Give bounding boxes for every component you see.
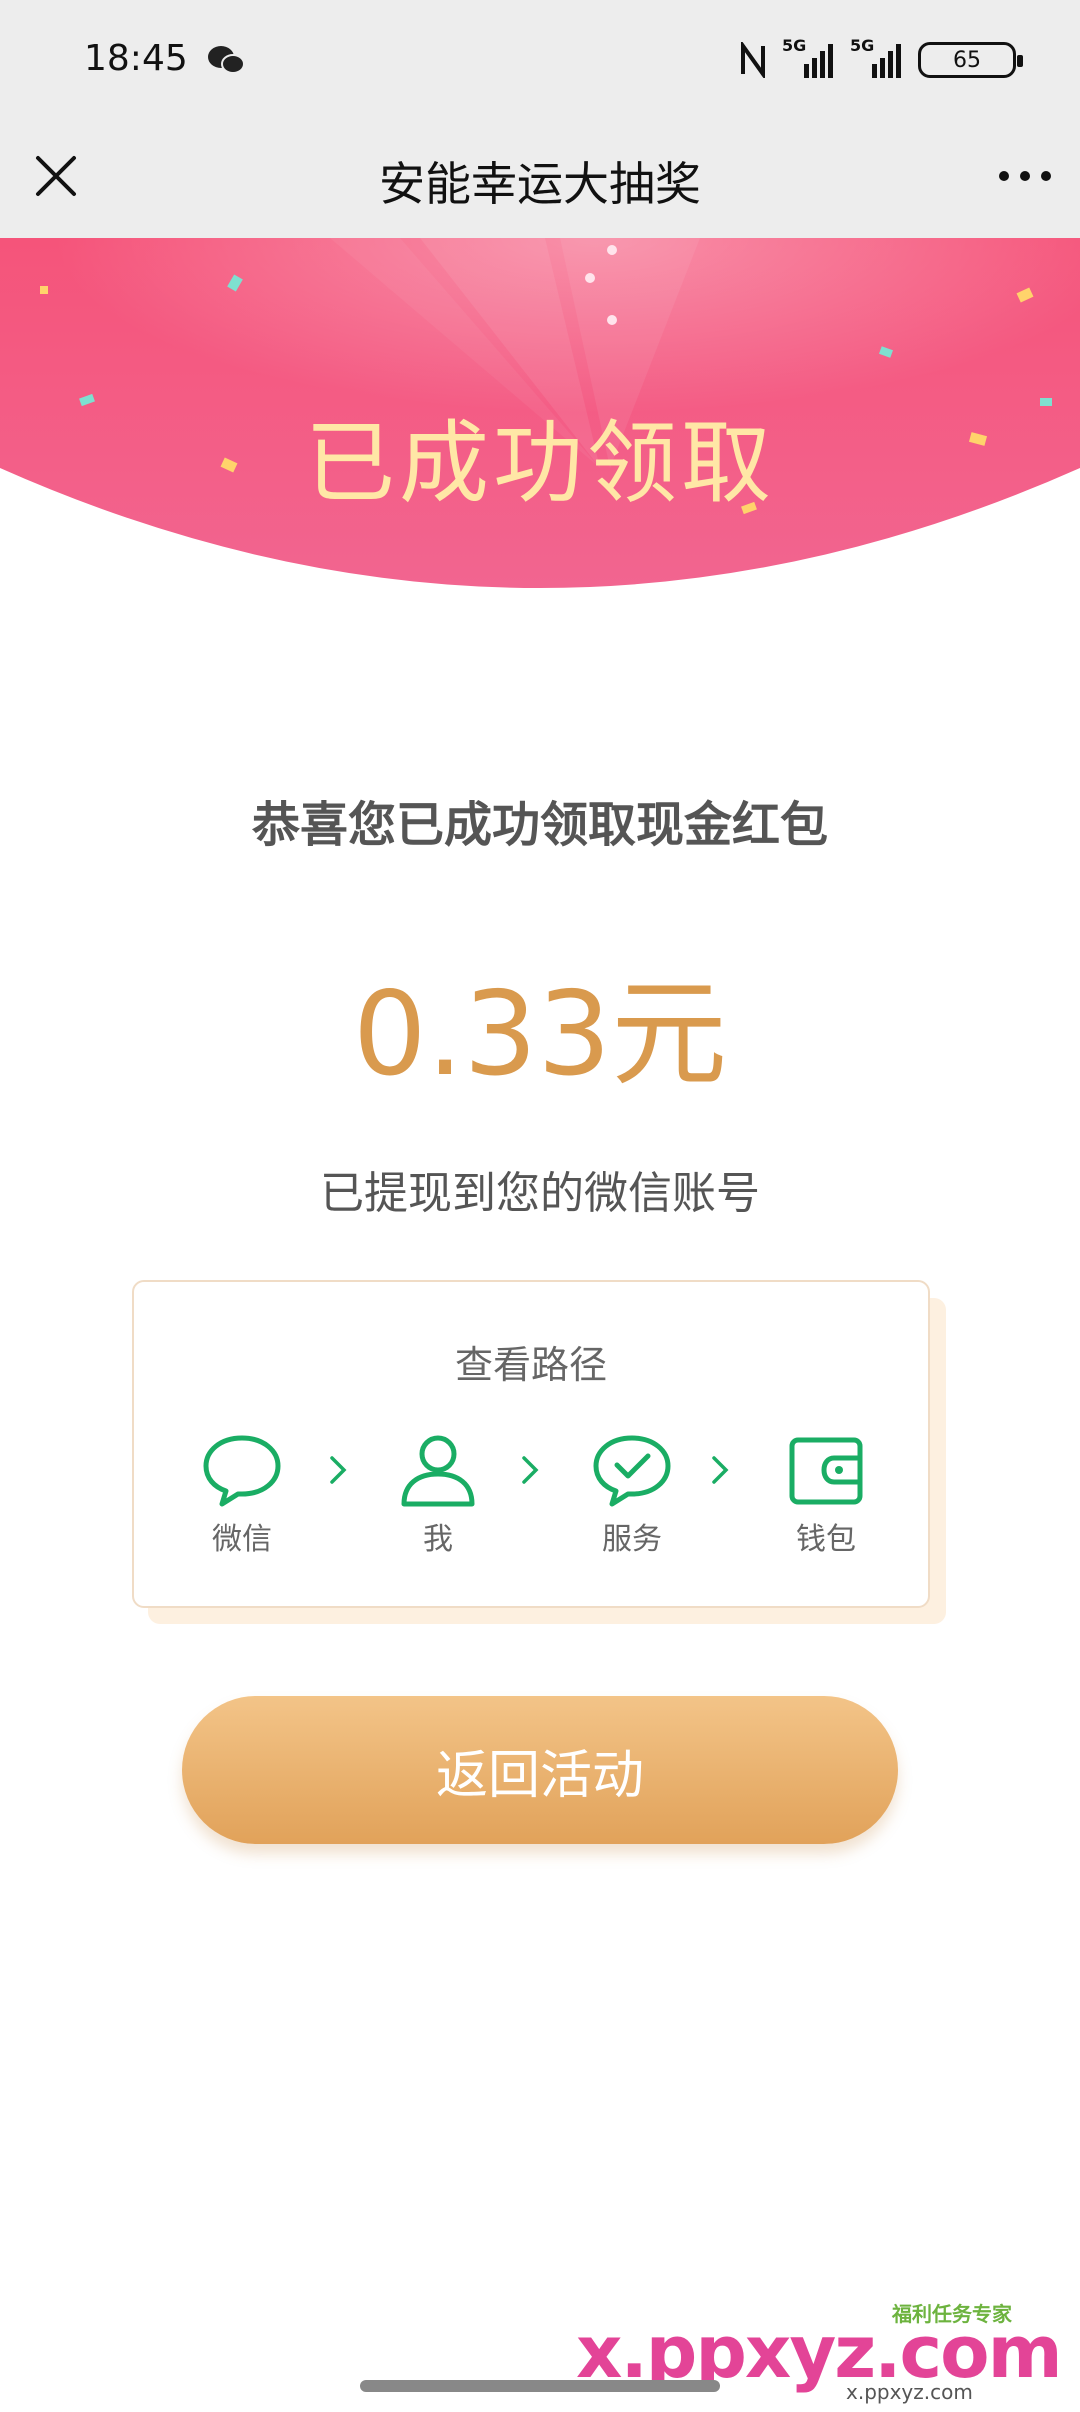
status-indicators: 5G 5G 65 [738,36,1023,82]
signal-1: 5G [782,36,836,80]
wallet-icon [789,1437,863,1505]
path-step-me: 我 [378,1432,498,1558]
person-icon [401,1435,475,1507]
success-banner: 已成功领取 [0,238,1080,658]
path-card: 查看路径 微信 我 服务 钱包 [132,1280,930,1608]
chevron-right-icon [522,1456,539,1484]
path-step-label: 微信 [212,1522,272,1557]
path-step-label: 我 [423,1522,453,1557]
reward-amount: 0.33元 [352,967,728,1102]
page-title: 安能幸运大抽奖 [379,157,701,211]
signal-bars-icon [804,44,833,78]
nfc-icon [741,42,765,78]
withdraw-note: 已提现到您的微信账号 [320,1168,760,1219]
chat-bubble-icon [203,1435,281,1507]
path-step-wallet: 钱包 [766,1432,886,1558]
status-bar: 18:45 5G 5G 65 [0,0,1080,124]
success-headline: 恭喜您已成功领取现金红包 [251,797,828,853]
home-indicator[interactable] [360,2380,720,2392]
wechat-notification-icon [208,46,245,74]
more-icon[interactable] [990,144,1060,208]
check-bubble-icon [593,1435,671,1507]
path-step-label: 服务 [602,1522,662,1557]
watermark-subtext: x.ppxyz.com [846,2380,973,2404]
banner-title: 已成功领取 [305,411,775,516]
path-step-wechat: 微信 [182,1432,302,1558]
status-time: 18:45 [84,38,188,79]
battery-level: 65 [953,47,981,73]
path-card-title: 查看路径 [454,1343,607,1387]
signal-2: 5G [850,36,904,80]
chevron-right-icon [330,1456,347,1484]
battery-indicator: 65 [918,42,1023,78]
signal-bars-icon [872,44,901,78]
return-button-label: 返回活动 [435,1745,644,1806]
nav-bar: 安能幸运大抽奖 [0,124,1080,238]
path-step-label: 钱包 [796,1522,856,1557]
chevron-right-icon [712,1456,729,1484]
path-step-services: 服务 [572,1432,692,1558]
close-icon[interactable] [24,144,88,208]
return-to-activity-button[interactable]: 返回活动 [182,1696,898,1844]
